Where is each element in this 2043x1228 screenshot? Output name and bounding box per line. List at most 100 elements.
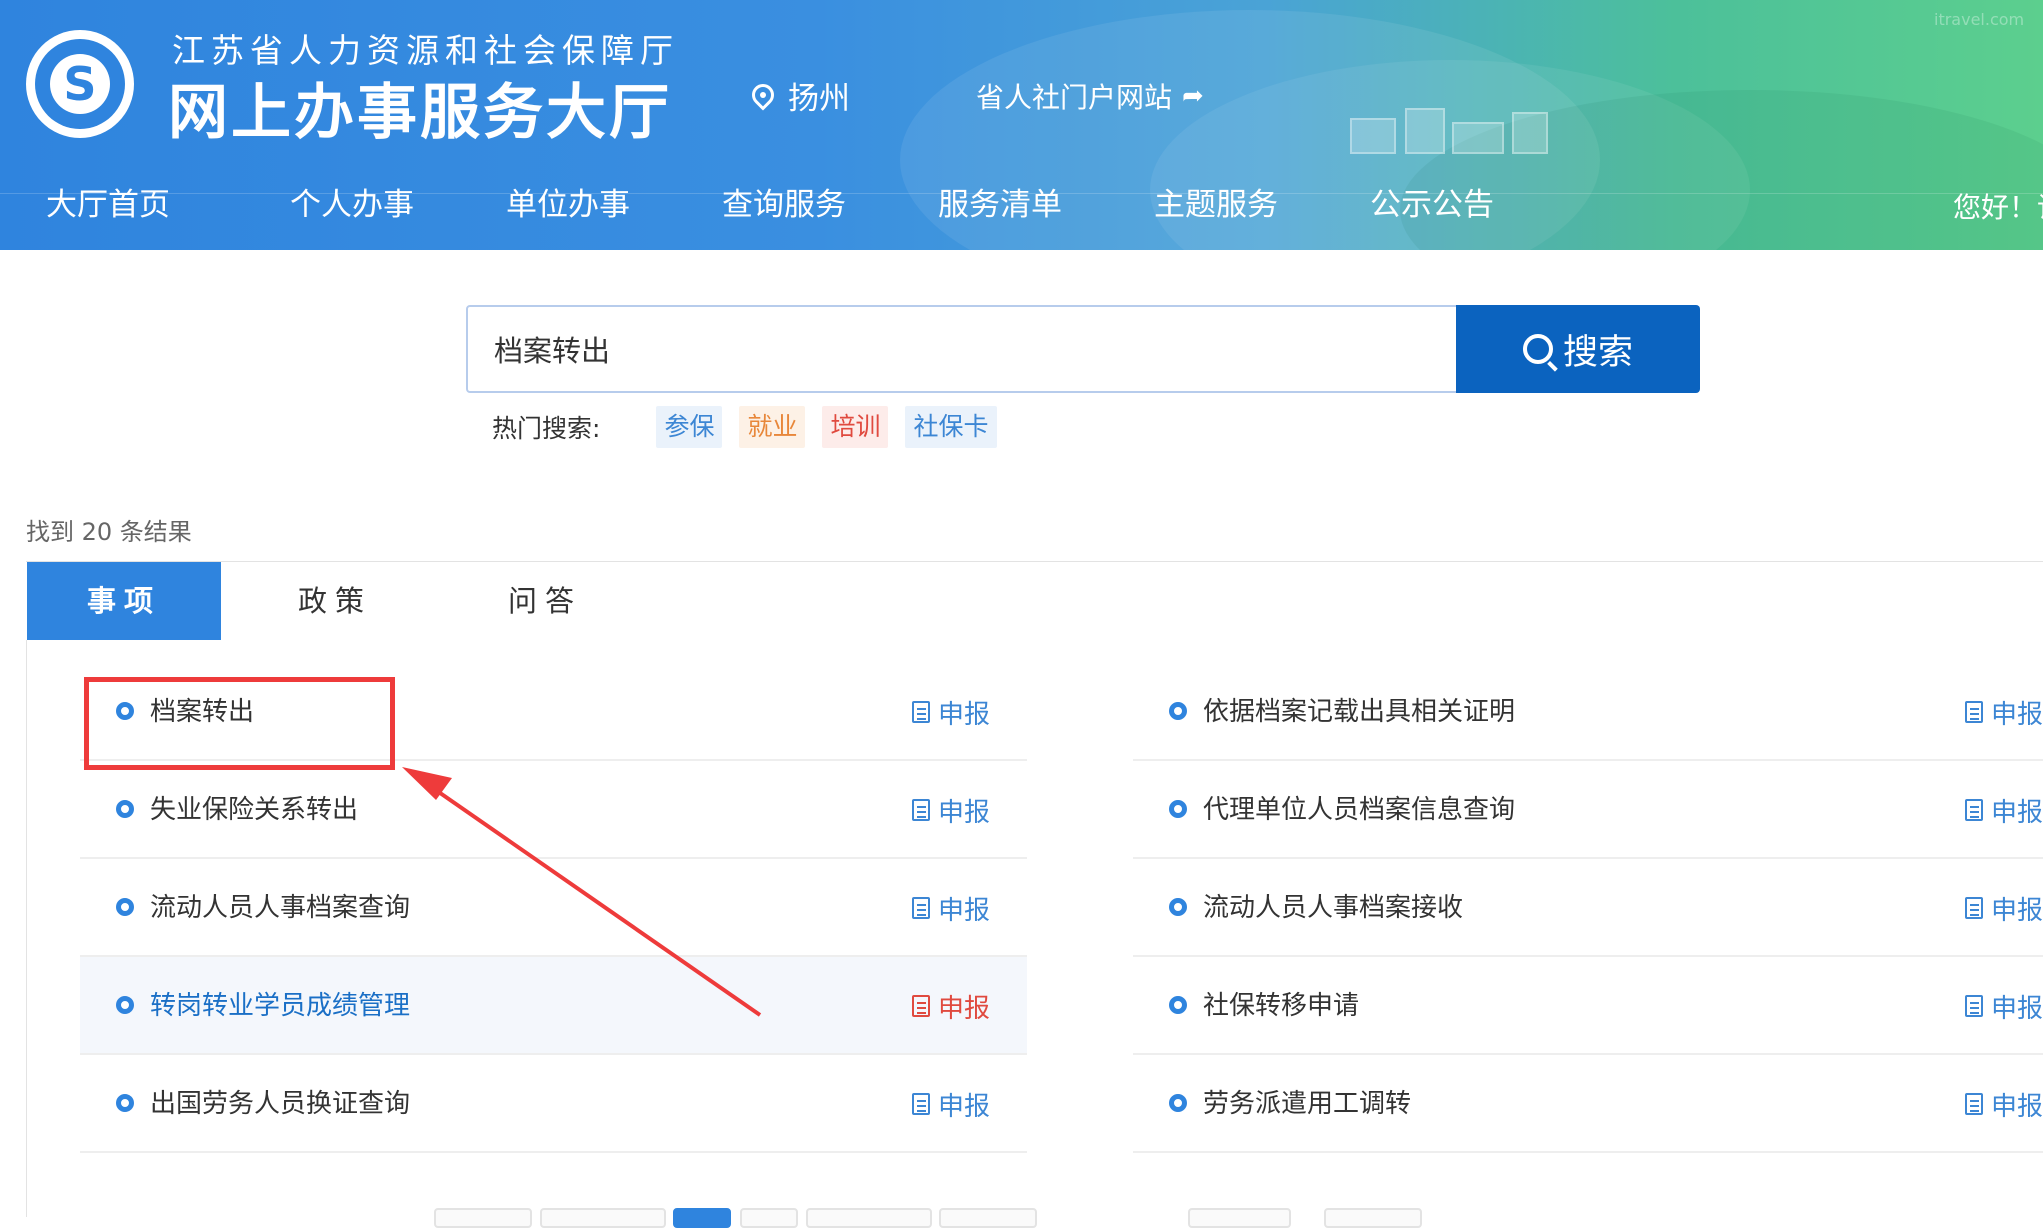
item-title[interactable]: 代理单位人员档案信息查询 [1203,761,1515,859]
hot-tag-social-card[interactable]: 社保卡 [905,406,997,448]
pagination-button[interactable] [434,1208,532,1228]
bullet-icon [116,898,134,916]
form-icon [912,897,930,919]
banner-decoration [1405,108,1445,154]
bullet-icon [1169,702,1187,720]
pagination-button[interactable] [1188,1208,1291,1228]
portal-link[interactable]: 省人社门户网站 ➦ [976,74,1204,118]
apply-button[interactable]: 申报 [912,761,990,859]
pagination-button[interactable] [1324,1208,1422,1228]
nav-item-notice[interactable]: 公示公告 [1370,180,1494,230]
site-title: 网上办事服务大厅 [168,78,672,148]
pagination-button[interactable] [540,1208,666,1228]
list-item[interactable]: 依据档案记载出具相关证明 申报 [1133,663,2043,761]
nav-item-unit[interactable]: 单位办事 [506,180,630,230]
apply-button[interactable]: 申报 [1965,859,2043,957]
list-item[interactable]: 流动人员人事档案接收 申报 [1133,859,2043,957]
form-icon [1965,799,1983,821]
apply-label: 申报 [938,895,991,926]
search-box: 搜索 [466,305,1700,393]
apply-label: 申报 [1991,797,2043,828]
apply-label: 申报 [938,1091,991,1122]
item-title[interactable]: 转岗转业学员成绩管理 [150,957,410,1055]
user-greeting[interactable]: 您好！请 [1953,186,2043,226]
apply-button[interactable]: 申报 [912,859,990,957]
bullet-icon [116,1094,134,1112]
hot-tag-employment[interactable]: 就业 [739,406,806,448]
apply-button[interactable]: 申报 [1965,1055,2043,1153]
hot-tag-insurance[interactable]: 参保 [656,406,723,448]
bullet-icon [1169,996,1187,1014]
form-icon [1965,995,1983,1017]
tab-policy[interactable]: 政策 [240,562,430,640]
list-item[interactable]: 失业保险关系转出 申报 [80,761,1027,859]
apply-label: 申报 [938,993,991,1024]
tab-qa[interactable]: 问答 [450,562,640,640]
watermark: itravel.com [1934,10,2025,29]
hot-search-label: 热门搜索: [492,414,601,443]
apply-label: 申报 [938,797,991,828]
apply-button[interactable]: 申报 [912,1055,990,1153]
form-icon [1965,701,1983,723]
location-label: 扬州 [788,80,850,117]
nav-item-service-list[interactable]: 服务清单 [938,180,1062,230]
item-title[interactable]: 出国劳务人员换证查询 [150,1055,410,1153]
form-icon [1965,897,1983,919]
pagination-button[interactable] [806,1208,932,1228]
portal-link-label: 省人社门户网站 [976,81,1173,114]
apply-button[interactable]: 申报 [1965,957,2043,1055]
search-input[interactable] [468,307,1454,391]
form-icon [912,701,930,723]
list-item[interactable]: 出国劳务人员换证查询 申报 [80,1055,1027,1153]
apply-button[interactable]: 申报 [912,663,990,761]
apply-button[interactable]: 申报 [1965,663,2043,761]
location-pin-icon [747,79,779,111]
list-item[interactable]: 代理单位人员档案信息查询 申报 [1133,761,2043,859]
bullet-icon [1169,1094,1187,1112]
list-item[interactable]: 流动人员人事档案查询 申报 [80,859,1027,957]
main-nav: 大厅首页 个人办事 单位办事 查询服务 服务清单 主题服务 公示公告 [0,180,2043,230]
item-title[interactable]: 流动人员人事档案接收 [1203,859,1463,957]
nav-item-personal[interactable]: 个人办事 [290,180,414,230]
apply-label: 申报 [1991,993,2043,1024]
nav-item-theme[interactable]: 主题服务 [1154,180,1278,230]
item-title[interactable]: 劳务派遣用工调转 [1203,1055,1411,1153]
apply-label: 申报 [1991,699,2043,730]
pagination-button[interactable] [939,1208,1037,1228]
item-title[interactable]: 失业保险关系转出 [150,761,358,859]
banner-decoration [1512,112,1548,154]
item-title[interactable]: 社保转移申请 [1203,957,1359,1055]
banner-decoration [1452,122,1504,154]
apply-label: 申报 [938,699,991,730]
content-border [26,640,27,1217]
apply-label: 申报 [1991,1091,2043,1122]
bullet-icon [1169,800,1187,818]
search-button-label: 搜索 [1562,332,1633,373]
result-count: 找到 20 条结果 [26,518,192,546]
form-icon [912,995,930,1017]
bullet-icon [1169,898,1187,916]
bullet-icon [116,800,134,818]
apply-label: 申报 [1991,895,2043,926]
apply-button[interactable]: 申报 [912,957,990,1055]
list-item[interactable]: 社保转移申请 申报 [1133,957,2043,1055]
location-selector[interactable]: 扬州 [747,72,850,118]
pagination-button[interactable] [740,1208,798,1228]
annotation-highlight-box [84,677,395,770]
nav-item-home[interactable]: 大厅首页 [46,180,170,230]
item-title[interactable]: 流动人员人事档案查询 [150,859,410,957]
hot-search: 热门搜索: 参保 就业 培训 社保卡 [492,406,1014,448]
apply-button[interactable]: 申报 [1965,761,2043,859]
nav-item-query[interactable]: 查询服务 [722,180,846,230]
form-icon [1965,1093,1983,1115]
search-button[interactable]: 搜索 [1456,305,1700,393]
tab-items[interactable]: 事项 [27,562,221,640]
hot-tag-training[interactable]: 培训 [822,406,889,448]
list-item[interactable]: 劳务派遣用工调转 申报 [1133,1055,2043,1153]
pagination-current-page[interactable] [673,1208,731,1228]
banner-decoration [1350,118,1396,154]
list-item-hovered[interactable]: 转岗转业学员成绩管理 申报 [80,957,1027,1055]
logo-emblem: S [26,30,134,138]
form-icon [912,1093,930,1115]
item-title[interactable]: 依据档案记载出具相关证明 [1203,663,1515,761]
